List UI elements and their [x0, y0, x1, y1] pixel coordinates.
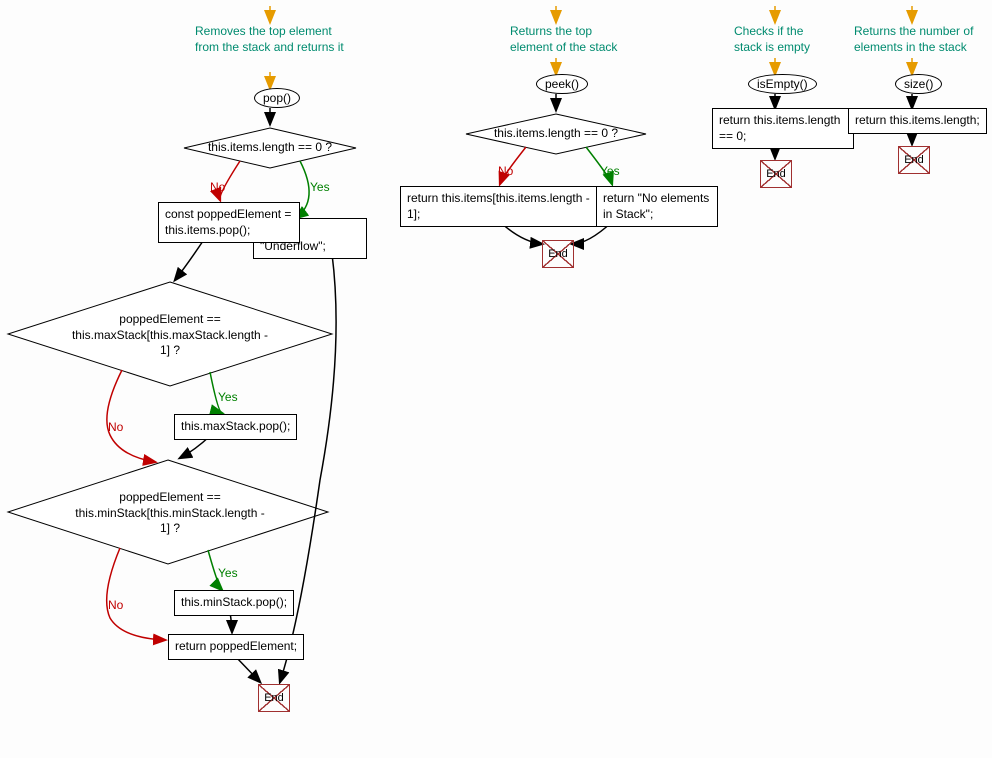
pop-minpop: this.minStack.pop();: [174, 590, 294, 616]
size-end: End: [898, 146, 930, 174]
pop-terminal: pop(): [254, 88, 300, 108]
pop-no2: No: [108, 420, 123, 434]
peek-terminal: peek(): [536, 74, 588, 94]
pop-comment: Removes the top element from the stack a…: [195, 24, 355, 55]
size-return: return this.items.length;: [848, 108, 987, 134]
pop-decision2: poppedElement == this.maxStack[this.maxS…: [70, 312, 270, 359]
isempty-terminal: isEmpty(): [748, 74, 817, 94]
peek-no: No: [498, 164, 513, 178]
peek-end: End: [542, 240, 574, 268]
pop-yes1: Yes: [310, 180, 330, 194]
pop-decision3: poppedElement == this.minStack[this.minS…: [70, 490, 270, 537]
peek-yes: Yes: [600, 164, 620, 178]
pop-return: return poppedElement;: [168, 634, 304, 660]
peek-decision: this.items.length == 0 ?: [486, 126, 626, 142]
peek-comment: Returns the top element of the stack: [510, 24, 630, 55]
pop-maxpop: this.maxStack.pop();: [174, 414, 297, 440]
size-comment: Returns the number of elements in the st…: [854, 24, 980, 55]
pop-yes3: Yes: [218, 566, 238, 580]
size-terminal: size(): [895, 74, 942, 94]
pop-end: End: [258, 684, 290, 712]
isempty-end: End: [760, 160, 792, 188]
isempty-return: return this.items.length == 0;: [712, 108, 854, 149]
pop-no1: No: [210, 180, 225, 194]
pop-yes2: Yes: [218, 390, 238, 404]
pop-decision1: this.items.length == 0 ?: [200, 140, 340, 156]
peek-top: return this.items[this.items.length - 1]…: [400, 186, 599, 227]
isempty-comment: Checks if the stack is empty: [734, 24, 828, 55]
pop-no3: No: [108, 598, 123, 612]
pop-popped: const poppedElement = this.items.pop();: [158, 202, 300, 243]
peek-noelem: return "No elements in Stack";: [596, 186, 718, 227]
